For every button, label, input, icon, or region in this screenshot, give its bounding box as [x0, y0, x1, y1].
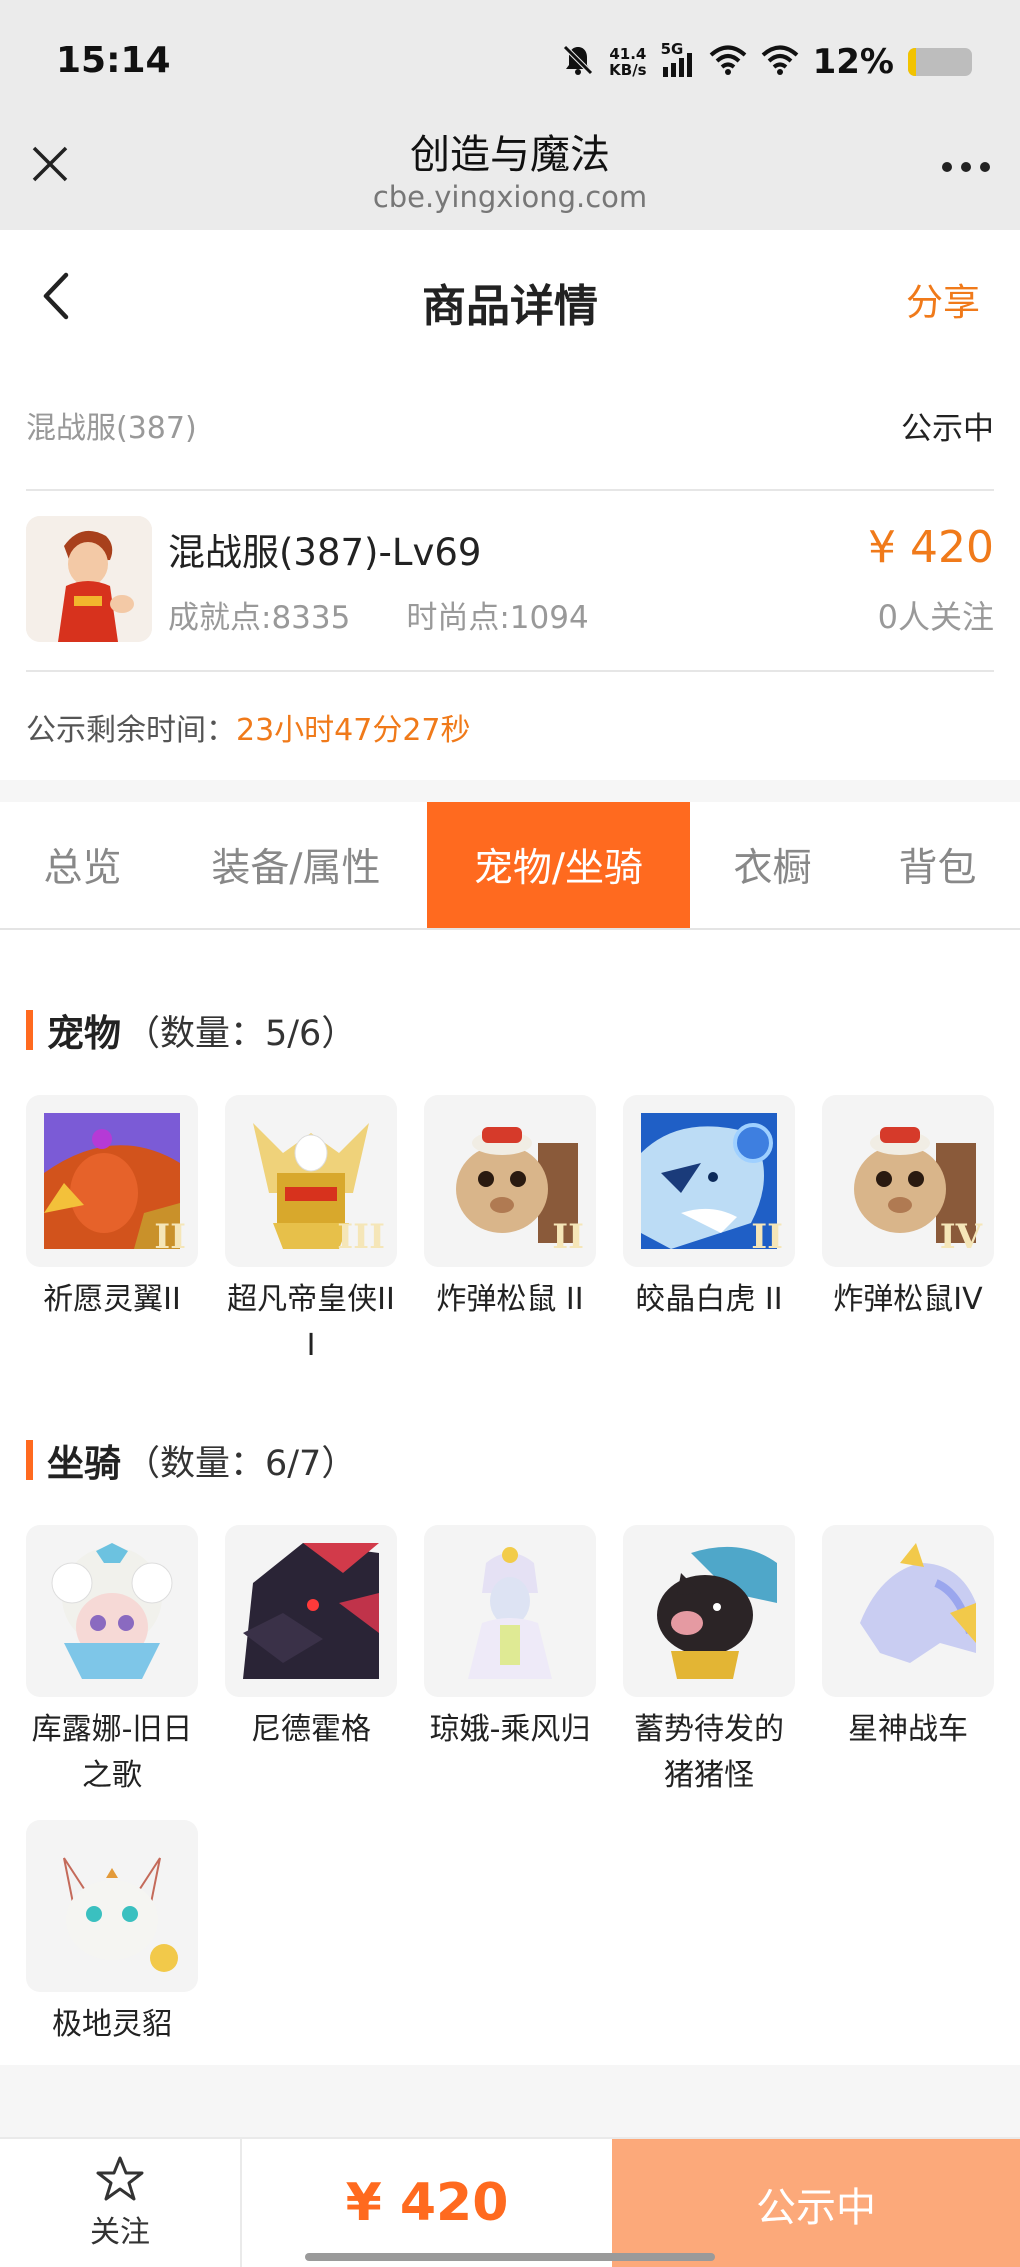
status-button[interactable]: 公示中 — [612, 2139, 1020, 2267]
pets-count: （数量：5/6） — [125, 1013, 357, 1054]
mount-item[interactable]: 尼德霍格 — [225, 1525, 397, 1753]
pet-name: 炸弹松鼠IV — [833, 1282, 983, 1317]
remaining-time-row: 公示剩余时间：23小时47分27秒 — [26, 705, 471, 749]
divider — [26, 670, 994, 672]
pet-tier: II — [751, 1217, 783, 1257]
pet-item[interactable]: IV 炸弹松鼠IV — [822, 1095, 994, 1323]
pet-thumbnail: II — [26, 1095, 198, 1267]
wifi-icon — [709, 44, 747, 80]
status-bar: 15:14 41.4 KB/s 5G 12% — [0, 0, 1020, 120]
net-speed-unit: KB/s — [609, 61, 647, 79]
follow-label: 关注 — [90, 2215, 150, 2250]
more-dots-icon — [942, 162, 990, 172]
achievement-points: 成就点:8335 — [168, 600, 351, 636]
mount-name: 尼德霍格 — [251, 1712, 371, 1747]
remaining-time: 23小时47分27秒 — [236, 713, 471, 748]
tab-bar: 总览 装备/属性 宠物/坐骑 衣橱 背包 — [0, 802, 1020, 930]
pet-tier: IV — [939, 1217, 982, 1257]
pet-name: 炸弹松鼠 II — [436, 1282, 584, 1317]
mount-item[interactable]: 琼娥-乘风归 — [424, 1525, 596, 1753]
follower-count: 0人关注 — [877, 598, 994, 636]
status-time: 15:14 — [56, 40, 171, 81]
item-name: 混战服(387)-Lv69 — [168, 531, 482, 574]
mount-name: 极地灵貂 — [52, 2007, 172, 2042]
mount-item[interactable]: 蓄势待发的猪猪怪 — [623, 1525, 795, 1799]
tab-wardrobe[interactable]: 衣橱 — [690, 802, 855, 928]
mount-thumbnail — [26, 1525, 198, 1697]
pet-thumbnail: II — [424, 1095, 596, 1267]
mount-name: 琼娥-乘风归 — [429, 1712, 591, 1747]
battery-fill — [908, 48, 916, 76]
section-gap — [0, 780, 1020, 802]
bottom-price: ¥ 420 — [345, 2173, 509, 2233]
mount-name: 蓄势待发的猪猪怪 — [634, 1712, 784, 1793]
pet-thumbnail: III — [225, 1095, 397, 1267]
section-marker — [26, 1440, 33, 1480]
page-header: 商品详情 分享 — [0, 230, 1020, 364]
mount-thumbnail — [623, 1525, 795, 1697]
mount-item[interactable]: 库露娜-旧日之歌 — [26, 1525, 198, 1799]
home-indicator — [305, 2253, 715, 2261]
mount-name: 星神战车 — [848, 1712, 968, 1747]
battery-icon — [908, 48, 972, 76]
pet-tier: III — [337, 1217, 385, 1257]
mount-thumbnail — [424, 1525, 596, 1697]
status-icons: 41.4 KB/s 5G 12% — [561, 40, 972, 84]
section-marker — [26, 1010, 33, 1050]
follow-button[interactable]: 关注 — [0, 2139, 242, 2267]
tab-backpack[interactable]: 背包 — [855, 802, 1020, 928]
pet-name: 超凡帝皇侠III — [227, 1282, 395, 1363]
item-row[interactable]: 混战服(387)-Lv69 成就点:8335 时尚点:1094 ¥ 420 0人… — [26, 516, 994, 644]
mounts-section-header: 坐骑 （数量：6/7） — [26, 1436, 357, 1485]
server-row: 混战服(387) 公示中 — [26, 395, 994, 455]
pet-thumbnail: II — [623, 1095, 795, 1267]
share-button[interactable]: 分享 — [906, 272, 980, 326]
character-avatar — [26, 516, 152, 642]
mount-item[interactable]: 星神战车 — [822, 1525, 994, 1753]
item-price: ¥ 420 — [868, 522, 994, 573]
mount-thumbnail — [225, 1525, 397, 1697]
mounts-count: （数量：6/7） — [125, 1443, 357, 1484]
fashion-points: 时尚点:1094 — [406, 600, 589, 636]
pet-thumbnail: IV — [822, 1095, 994, 1267]
mount-thumbnail — [822, 1525, 994, 1697]
star-icon — [96, 2156, 144, 2201]
pet-name: 祈愿灵翼II — [43, 1282, 181, 1317]
pet-item[interactable]: III 超凡帝皇侠III — [225, 1095, 397, 1369]
mount-thumbnail — [26, 1820, 198, 1992]
pets-section-header: 宠物 （数量：5/6） — [26, 1006, 357, 1055]
mute-bell-icon — [561, 43, 595, 81]
more-button[interactable] — [938, 145, 994, 189]
pet-name: 皎晶白虎 II — [635, 1282, 783, 1317]
item-stats: 成就点:8335 时尚点:1094 — [168, 592, 589, 637]
pet-tier: II — [552, 1217, 584, 1257]
page-title: 商品详情 — [422, 281, 598, 332]
bottom-action-bar: 关注 ¥ 420 公示中 — [0, 2137, 1020, 2267]
tab-equipment[interactable]: 装备/属性 — [165, 802, 427, 928]
bottom-spacer — [0, 2065, 1020, 2137]
wifi-icon — [761, 44, 799, 80]
pet-tier: II — [154, 1217, 186, 1257]
pets-title: 宠物 — [47, 1012, 121, 1055]
signal-bars-icon: 5G — [661, 41, 695, 79]
site-url: cbe.yingxiong.com — [372, 180, 648, 214]
site-title: 创造与魔法 — [410, 132, 610, 178]
tab-overview[interactable]: 总览 — [0, 802, 165, 928]
net-speed: 41.4 KB/s — [609, 46, 646, 78]
battery-text: 12% — [812, 42, 894, 82]
remaining-label: 公示剩余时间： — [26, 713, 236, 748]
listing-status: 公示中 — [901, 410, 994, 447]
pet-item[interactable]: II 皎晶白虎 II — [623, 1095, 795, 1323]
pet-item[interactable]: II 炸弹松鼠 II — [424, 1095, 596, 1323]
tab-pets-mounts[interactable]: 宠物/坐骑 — [427, 802, 690, 928]
page: 15:14 41.4 KB/s 5G 12% 创造与魔法 cbe.yingxio… — [0, 0, 1020, 2267]
divider — [26, 489, 994, 491]
mount-item[interactable]: 极地灵貂 — [26, 1820, 198, 2048]
server-name: 混战服(387) — [26, 411, 197, 446]
mounts-title: 坐骑 — [47, 1442, 121, 1485]
mount-name: 库露娜-旧日之歌 — [31, 1712, 193, 1793]
pet-item[interactable]: II 祈愿灵翼II — [26, 1095, 198, 1323]
